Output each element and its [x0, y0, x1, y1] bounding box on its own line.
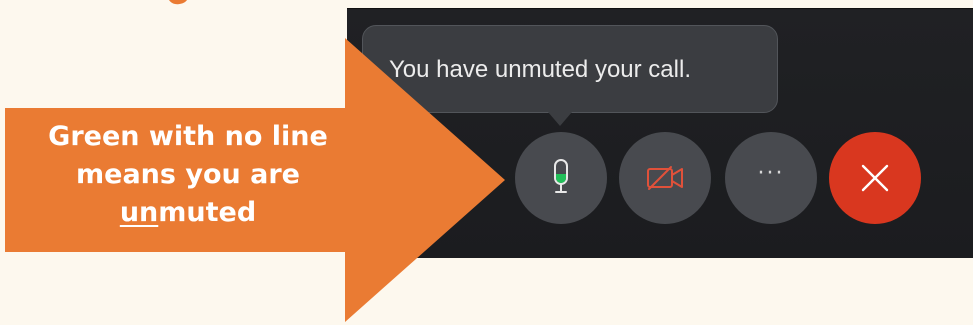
callout-line-3: unmuted: [8, 194, 368, 232]
callout-emphasis: un: [119, 197, 159, 228]
callout-text: Green with no line means you are unmuted: [8, 118, 368, 232]
more-options-button[interactable]: ···: [725, 132, 817, 224]
microphone-icon: [554, 159, 568, 193]
camera-button[interactable]: [619, 132, 711, 224]
mic-button[interactable]: [515, 132, 607, 224]
callout-line-1: Green with no line: [48, 121, 328, 152]
end-call-button[interactable]: [829, 132, 921, 224]
more-options-icon: ···: [757, 161, 785, 186]
tooltip-pointer: [548, 112, 572, 126]
camera-off-icon: [647, 166, 683, 190]
callout-line-2: means you are: [76, 159, 300, 190]
callout-line-3-rest: muted: [158, 197, 257, 228]
close-icon: [861, 164, 889, 192]
